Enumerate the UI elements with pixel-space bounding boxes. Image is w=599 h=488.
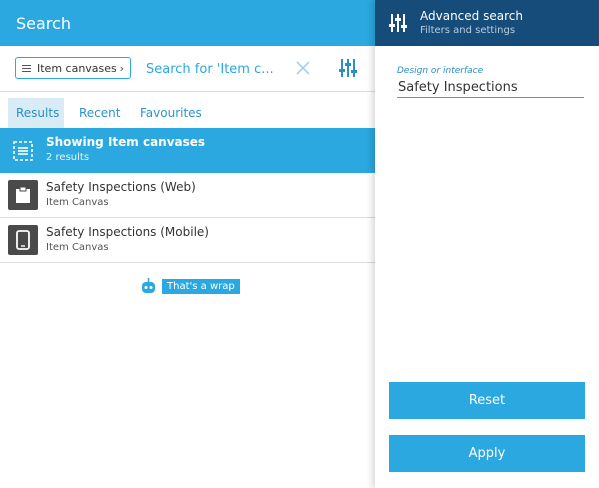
tab-favourites[interactable]: Favourites: [132, 98, 210, 128]
search-input[interactable]: [146, 59, 274, 79]
advanced-search-subtitle: Filters and settings: [420, 25, 516, 36]
list-item-type: Item Canvas: [46, 197, 109, 208]
apply-button[interactable]: Apply: [389, 435, 585, 472]
advanced-search-header: Advanced search Filters and settings: [375, 0, 599, 46]
scope-chip[interactable]: Item canvases ›: [15, 57, 131, 79]
scope-chip-label: Item canvases: [37, 61, 117, 75]
design-field[interactable]: [397, 77, 584, 98]
search-bar: Item canvases ›: [0, 46, 375, 92]
page-title: Search: [16, 14, 71, 33]
filter-settings-icon[interactable]: [337, 57, 359, 79]
list-item[interactable]: Safety Inspections (Mobile) Item Canvas: [0, 218, 375, 263]
summary-title: Showing Item canvases: [46, 135, 206, 149]
end-message: That's a wrap: [162, 278, 240, 294]
search-panel: Search Item canvases › Results Recent Fa…: [0, 0, 375, 488]
clipboard-icon: [8, 180, 38, 210]
list-item-type: Item Canvas: [46, 242, 109, 253]
chevron-right-icon: ›: [119, 61, 124, 75]
list-item-title: Safety Inspections (Web): [46, 180, 196, 194]
reset-button[interactable]: Reset: [389, 382, 585, 419]
tab-results[interactable]: Results: [8, 98, 64, 128]
list-view-icon: [13, 141, 33, 161]
tablet-icon: [8, 225, 38, 255]
results-summary-row[interactable]: Showing Item canvases 2 results: [0, 128, 375, 173]
list-item[interactable]: Safety Inspections (Web) Item Canvas: [0, 173, 375, 218]
clear-icon[interactable]: [294, 59, 312, 77]
advanced-search-title: Advanced search: [420, 9, 523, 23]
design-field-label: Design or interface: [397, 66, 484, 76]
robot-icon: [142, 278, 155, 293]
list-item-title: Safety Inspections (Mobile): [46, 225, 209, 239]
end-of-results: That's a wrap: [141, 277, 240, 295]
search-header: Search: [0, 0, 375, 46]
tab-recent[interactable]: Recent: [71, 98, 128, 128]
summary-count: 2 results: [46, 152, 90, 163]
result-tabs: Results Recent Favourites: [0, 92, 375, 128]
advanced-search-panel: Advanced search Filters and settings Des…: [375, 0, 599, 488]
filter-settings-icon: [389, 14, 407, 32]
list-icon: [22, 64, 31, 72]
